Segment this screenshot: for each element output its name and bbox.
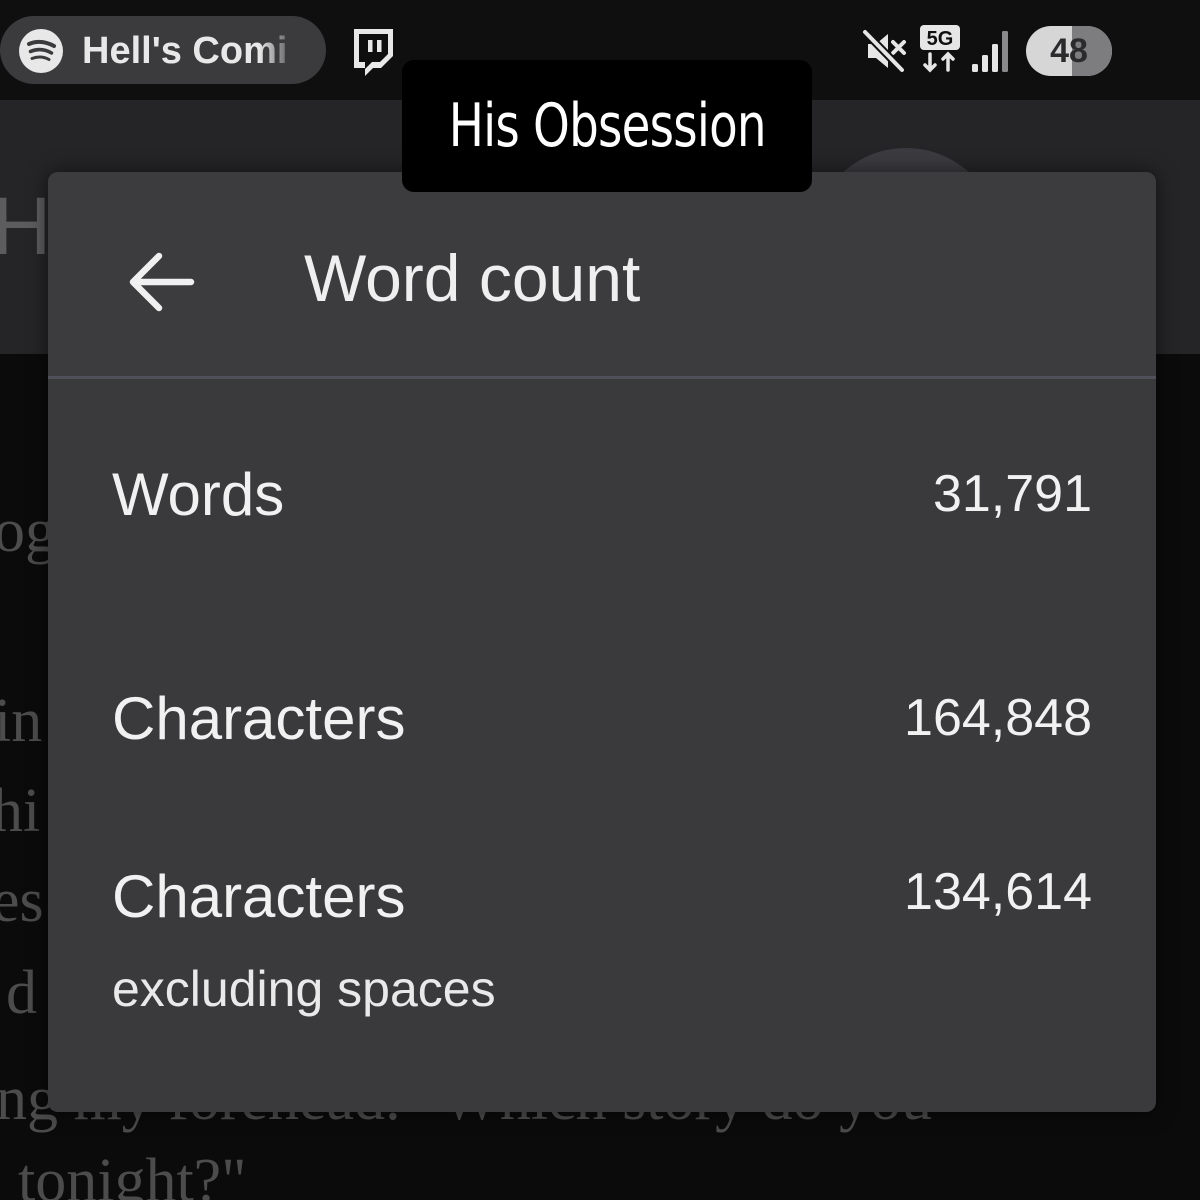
dialog-header: Word count — [48, 172, 1156, 376]
document-text-fragment: d — [6, 959, 37, 1027]
media-playback-chip[interactable]: Hell's Comi — [0, 16, 326, 84]
mute-icon — [861, 28, 906, 74]
document-text-fragment: hi — [0, 777, 41, 845]
stat-label-characters-no-spaces: Characters — [112, 863, 406, 930]
network-label: 5G — [927, 28, 954, 50]
document-text-fragment: in — [0, 687, 43, 755]
document-title-fragment: H — [0, 181, 52, 272]
document-text-fragment: es — [0, 867, 44, 935]
stat-sublabel-excluding-spaces: excluding spaces — [112, 961, 496, 1017]
back-button[interactable] — [112, 234, 208, 330]
stat-value-characters: 164,848 — [904, 689, 1092, 747]
twitch-icon[interactable] — [348, 26, 396, 78]
stat-label-words: Words — [112, 461, 285, 528]
battery-level: 48 — [1050, 32, 1088, 70]
caption-overlay: His Obsession — [402, 60, 812, 192]
stat-label-characters: Characters — [112, 685, 406, 752]
arrow-back-icon — [129, 252, 195, 312]
stat-value-words: 31,791 — [932, 465, 1092, 523]
dialog-title: Word count — [304, 241, 641, 315]
word-count-dialog: Word count Words 31,791 Characters 164,8… — [48, 172, 1156, 1112]
screen: H og in hi es d ng my forehead. "Which s… — [0, 0, 1200, 1200]
network-5g-icon: 5G — [920, 25, 960, 73]
signal-icon — [972, 31, 1008, 72]
battery-icon: 48 — [1026, 26, 1112, 76]
spotify-icon — [19, 29, 63, 73]
document-text-fragment: tonight?" — [18, 1147, 247, 1200]
media-title: Hell's Comi — [82, 30, 288, 72]
caption-text: His Obsession — [448, 91, 766, 161]
stat-value-characters-no-spaces: 134,614 — [904, 863, 1092, 921]
divider — [48, 376, 1156, 379]
